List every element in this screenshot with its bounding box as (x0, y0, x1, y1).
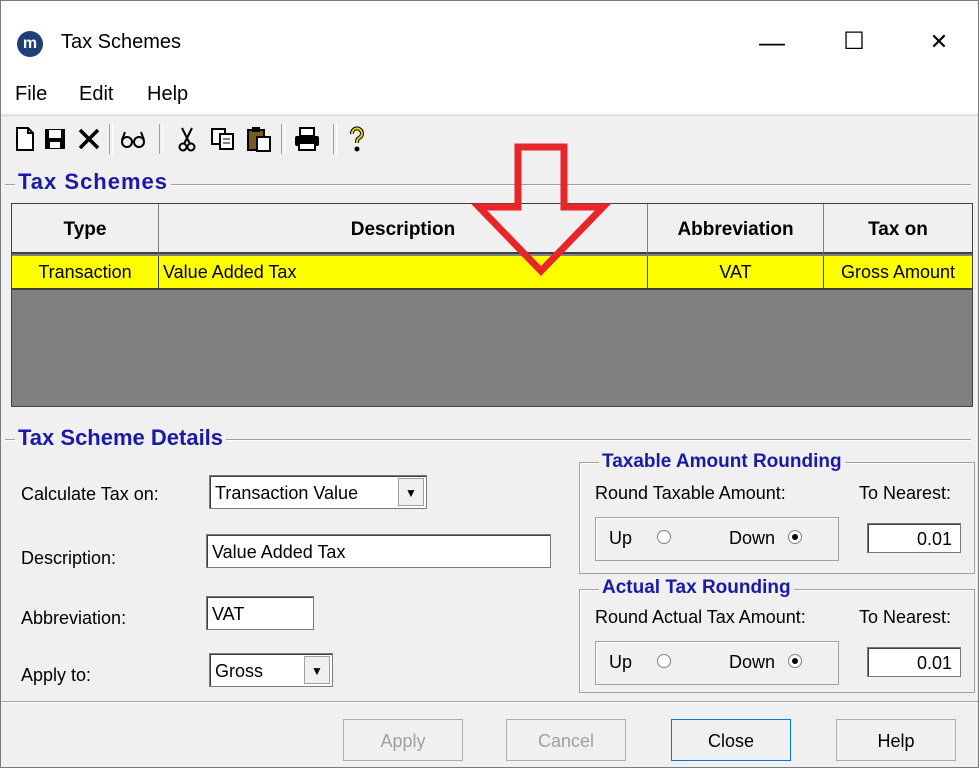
chevron-down-icon[interactable]: ▼ (304, 656, 330, 684)
tax-scheme-details-title: Tax Scheme Details (15, 425, 227, 451)
column-header-type[interactable]: Type (12, 204, 159, 254)
cut-icon[interactable] (171, 122, 203, 156)
taxable-rounding-title: Taxable Amount Rounding (599, 451, 845, 473)
close-window-button[interactable]: ✕ (904, 19, 974, 65)
actual-nearest-input[interactable]: 0.01 (867, 647, 961, 677)
app-logo-icon: m (17, 31, 43, 57)
annotation-down-arrow-icon (471, 143, 611, 277)
apply-to-label: Apply to: (21, 665, 92, 685)
cancel-button[interactable]: Cancel (506, 719, 626, 761)
taxable-down-label: Down (729, 528, 776, 548)
title-bar: m Tax Schemes — ☐ ✕ (1, 1, 978, 79)
footer-divider (1, 701, 978, 703)
menu-edit[interactable]: Edit (79, 83, 113, 106)
minimize-button[interactable]: — (737, 19, 807, 65)
calculate-tax-value: Transaction Value (215, 483, 359, 503)
apply-to-value: Gross (215, 661, 264, 681)
tax-schemes-group-title: Tax Schemes (15, 169, 172, 195)
calculate-tax-select[interactable]: Transaction Value ▼ (209, 475, 427, 509)
cell-tax-on: Gross Amount (840, 262, 956, 282)
column-header-tax-on[interactable]: Tax on (824, 204, 972, 254)
round-actual-label: Round Actual Tax Amount: (595, 607, 806, 627)
abbreviation-label: Abbreviation: (21, 608, 127, 628)
column-header-abbreviation[interactable]: Abbreviation (648, 204, 824, 254)
toolbar-separator (333, 124, 337, 154)
new-document-icon[interactable] (9, 122, 41, 156)
toolbar-separator (159, 124, 163, 154)
help-icon[interactable] (341, 122, 373, 156)
close-button[interactable]: Close (671, 719, 791, 761)
maximize-button[interactable]: ☐ (819, 19, 889, 65)
paste-icon[interactable] (243, 122, 275, 156)
taxable-up-label: Up (609, 528, 633, 548)
round-taxable-label: Round Taxable Amount: (595, 483, 786, 503)
apply-to-select[interactable]: Gross ▼ (209, 653, 333, 687)
chevron-down-icon[interactable]: ▼ (398, 478, 424, 506)
actual-down-radio[interactable] (788, 654, 802, 668)
toolbar-separator (281, 124, 285, 154)
tax-schemes-window: m Tax Schemes — ☐ ✕ File Edit Help Tax S… (0, 0, 979, 768)
apply-button[interactable]: Apply (343, 719, 463, 761)
taxable-up-radio[interactable] (657, 530, 671, 544)
copy-icon[interactable] (207, 122, 239, 156)
save-icon[interactable] (39, 122, 71, 156)
actual-rounding-title: Actual Tax Rounding (599, 577, 794, 599)
description-input[interactable]: Value Added Tax (206, 534, 551, 568)
menu-help[interactable]: Help (147, 83, 188, 106)
cell-abbreviation: VAT (648, 256, 824, 288)
actual-up-label: Up (609, 652, 633, 672)
menu-file[interactable]: File (15, 83, 47, 106)
taxable-nearest-label: To Nearest: (859, 483, 952, 503)
window-title: Tax Schemes (61, 31, 182, 53)
actual-nearest-label: To Nearest: (859, 607, 952, 627)
taxable-down-radio[interactable] (788, 530, 802, 544)
actual-up-radio[interactable] (657, 654, 671, 668)
view-glasses-icon[interactable] (117, 122, 149, 156)
menu-bar: File Edit Help (1, 79, 978, 113)
cell-type: Transaction (12, 256, 159, 288)
print-icon[interactable] (291, 122, 323, 156)
calculate-tax-label: Calculate Tax on: (21, 484, 159, 504)
delete-icon[interactable] (73, 122, 105, 156)
toolbar-separator (109, 124, 113, 154)
taxable-nearest-input[interactable]: 0.01 (867, 523, 961, 553)
abbreviation-input[interactable]: VAT (206, 596, 314, 630)
actual-down-label: Down (729, 652, 776, 672)
help-button[interactable]: Help (836, 719, 956, 761)
description-label: Description: (21, 548, 117, 568)
